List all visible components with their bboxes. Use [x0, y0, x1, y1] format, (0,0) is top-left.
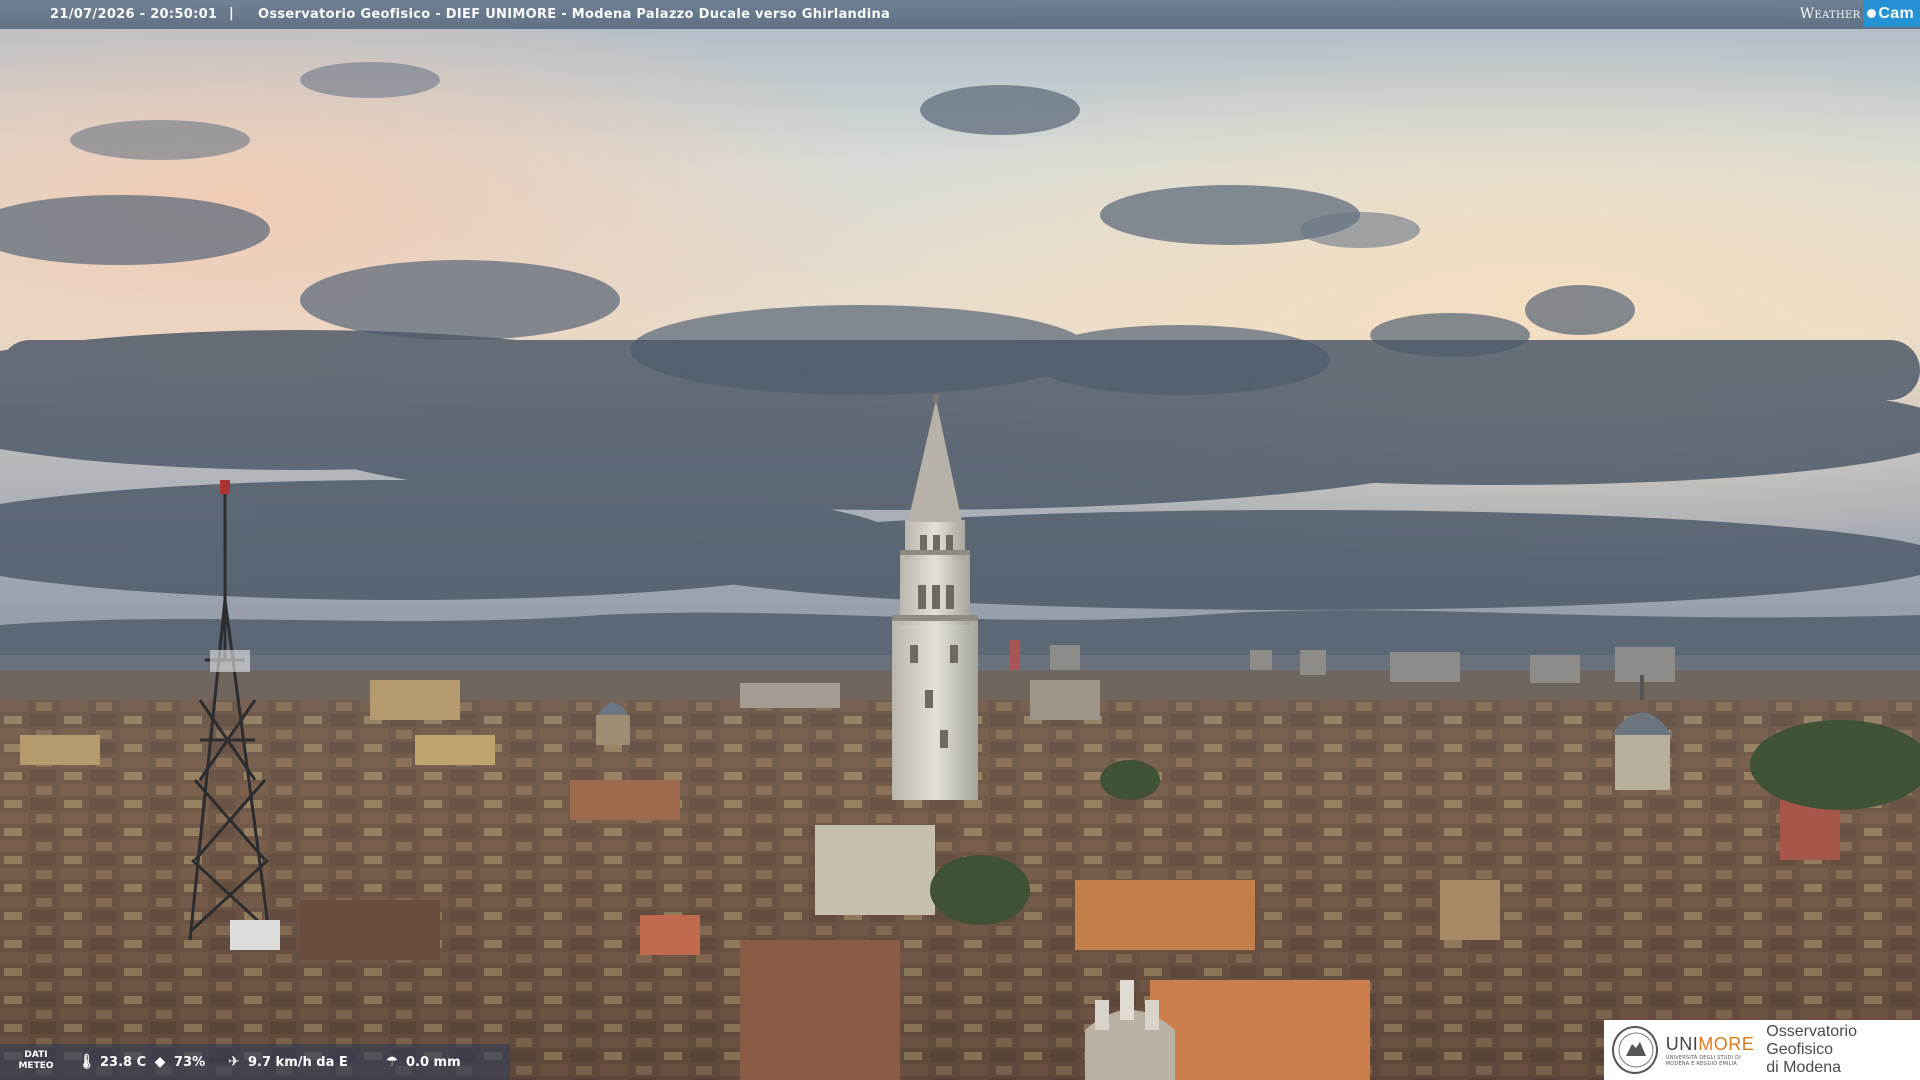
caption-bar: 21/07/2026 - 20:50:01 | Osservatorio Geo…	[0, 0, 1920, 29]
thermometer-icon: 🌡︎	[78, 1054, 96, 1070]
unimore-wordmark: UNIMORE UNIVERSITÀ DEGLI STUDI DI MODENA…	[1665, 1033, 1755, 1067]
brand-weather: Weather	[1799, 5, 1861, 22]
brand-cam: Cam	[1863, 0, 1920, 27]
weather-data-strip: DATI METEO 🌡︎ 23.8 C ◆ 73% ✈ 9.7 km/h da…	[0, 1044, 510, 1080]
capture-datetime: 21/07/2026 - 20:50:01	[50, 7, 218, 22]
dati-meteo-label: DATI METEO	[18, 1050, 54, 1071]
webcam-scene	[0, 0, 1920, 1080]
location-caption: Osservatorio Geofisico - DIEF UNIMORE - …	[258, 7, 891, 22]
rain-reading: ☂ 0.0 mm	[385, 1054, 461, 1070]
humidity-drop-icon: ◆	[154, 1054, 166, 1070]
temperature-reading: 🌡︎ 23.8 C	[78, 1054, 147, 1070]
observatory-name: Osservatorio Geofisico di Modena	[1766, 1023, 1857, 1076]
unimore-logo-box: UNIMORE UNIVERSITÀ DEGLI STUDI DI MODENA…	[1604, 1020, 1920, 1080]
humidity-reading: ◆ 73%	[152, 1054, 206, 1070]
weathercam-logo: Weather Cam	[1800, 0, 1920, 27]
university-seal-icon	[1612, 1026, 1658, 1074]
caption-separator: |	[229, 6, 235, 21]
wind-icon: ✈	[228, 1054, 240, 1070]
cam-dot-icon	[1867, 9, 1877, 18]
wind-reading: ✈ 9.7 km/h da E	[226, 1054, 348, 1070]
rain-gauge-icon: ☂	[385, 1054, 399, 1070]
